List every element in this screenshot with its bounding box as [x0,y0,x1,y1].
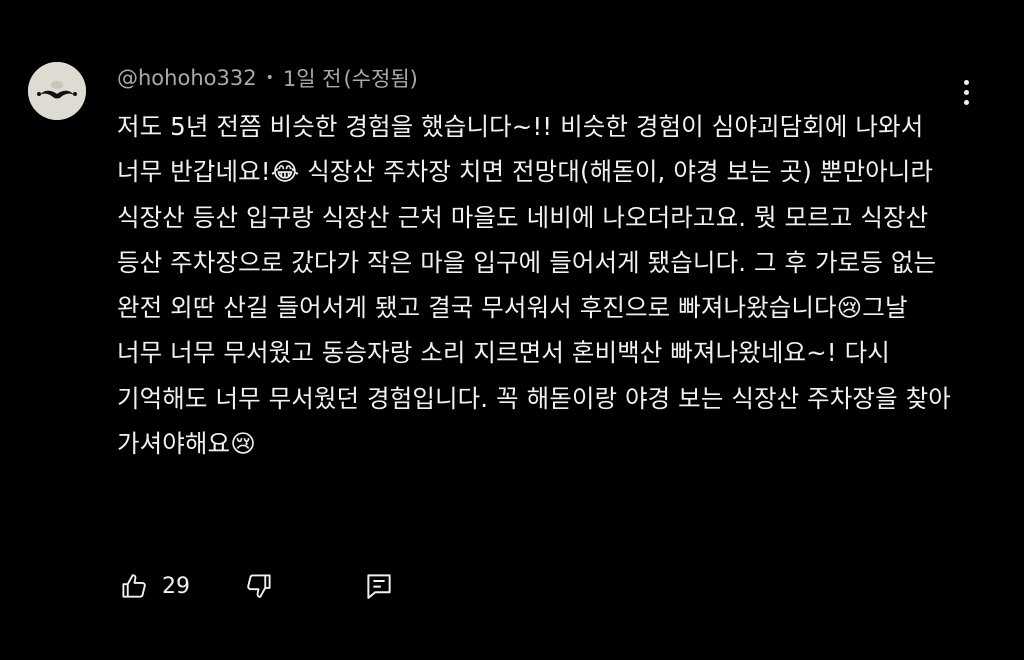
more-vert-icon [963,79,969,85]
reply-button[interactable] [362,566,396,606]
meta-separator: • [265,70,274,86]
thumb-down-icon [247,574,271,598]
dislike-button[interactable] [242,566,276,606]
thumb-up-icon [122,574,146,598]
reply-comment-icon [367,574,391,599]
like-count: 29 [162,573,190,599]
like-button[interactable] [117,566,151,606]
edited-label: (수정됨) [343,67,418,91]
author-name[interactable]: @hohoho332 [117,66,257,90]
mustache-avatar-icon [28,62,86,120]
avatar[interactable] [28,62,86,120]
comment-actions: 29 [117,566,396,606]
comment-meta: @hohoho332 • 1일 전 (수정됨) [117,63,418,93]
comment-thread: @hohoho332 • 1일 전 (수정됨) 저도 5년 전쯤 비슷한 경험을… [0,0,1024,660]
comment-text: 저도 5년 전쯤 비슷한 경험을 했습니다~!! 비슷한 경험이 심야괴담회에 … [117,112,959,459]
comment-time[interactable]: 1일 전 [283,63,342,93]
